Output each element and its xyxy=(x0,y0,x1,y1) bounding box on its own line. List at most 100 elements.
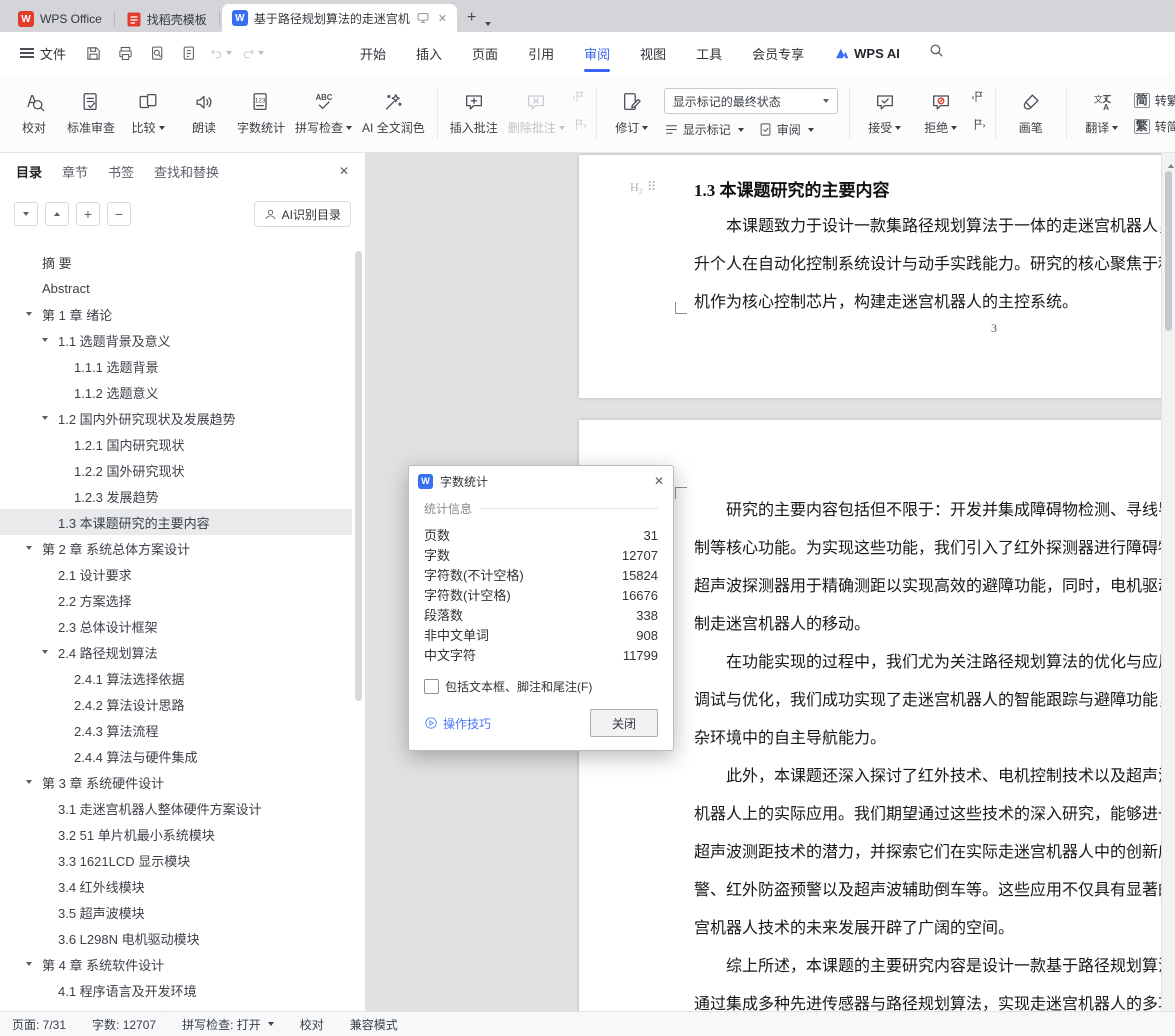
review-pane-button[interactable]: 审阅 xyxy=(758,121,814,138)
export-pdf-button[interactable] xyxy=(178,42,200,64)
toc-item[interactable]: 3.1 走迷宫机器人整体硬件方案设计 xyxy=(0,795,352,821)
new-tab-button[interactable] xyxy=(467,9,476,27)
ribbon-tab[interactable]: 视图 xyxy=(640,32,666,74)
toc-item[interactable]: 3.2 51 单片机最小系统模块 xyxy=(0,821,352,847)
toc-item[interactable]: 1.2.3 发展趋势 xyxy=(0,483,352,509)
close-sidebar-icon[interactable] xyxy=(339,164,349,178)
print-button[interactable] xyxy=(114,42,136,64)
ribbon-tab[interactable]: 审阅 xyxy=(584,32,610,74)
previous-comment-icon[interactable] xyxy=(572,89,587,109)
chevron-down-icon[interactable] xyxy=(26,962,32,966)
spell-check-button[interactable]: ABC 拼写检查 xyxy=(290,81,357,145)
collapse-all-button[interactable] xyxy=(45,202,69,226)
zoom-in-toc-button[interactable] xyxy=(76,202,100,226)
chevron-down-icon[interactable] xyxy=(42,650,48,654)
toc-item[interactable]: 1.2 国内外研究现状及发展趋势 xyxy=(0,405,352,431)
to-simplified-button[interactable]: 繁 转简 xyxy=(1133,118,1175,135)
translate-button[interactable]: 文A 翻译 xyxy=(1074,81,1130,145)
compat-mode-indicator[interactable]: 兼容模式 xyxy=(350,1016,398,1033)
show-markup-button[interactable]: 显示标记 xyxy=(664,121,744,138)
vertical-scrollbar[interactable] xyxy=(1161,153,1175,1012)
include-footnotes-option[interactable]: 包括文本框、脚注和尾注(F) xyxy=(424,678,658,695)
save-button[interactable] xyxy=(82,42,104,64)
toc-item[interactable]: 3.3 1621LCD 显示模块 xyxy=(0,847,352,873)
toc-item[interactable]: 2.1 设计要求 xyxy=(0,561,352,587)
toc-item[interactable]: 1.3 本课题研究的主要内容 xyxy=(0,509,352,535)
tips-link[interactable]: 操作技巧 xyxy=(424,715,491,732)
ribbon-tab[interactable]: 插入 xyxy=(416,32,442,74)
chevron-down-icon[interactable] xyxy=(26,312,32,316)
toc-item[interactable]: 2.4.4 算法与硬件集成 xyxy=(0,743,352,769)
ribbon-tab[interactable]: 会员专享 xyxy=(752,32,804,74)
accept-revision-button[interactable]: 接受 xyxy=(857,81,913,145)
highlighter-button[interactable]: 画笔 xyxy=(1003,81,1059,145)
next-comment-icon[interactable] xyxy=(572,117,587,137)
redo-button[interactable] xyxy=(242,42,265,64)
close-tab-icon[interactable] xyxy=(438,12,447,25)
tab-wps-home[interactable]: WPS Office xyxy=(8,6,112,32)
toc-item[interactable]: 第 4 章 系统软件设计 xyxy=(0,951,352,977)
wps-ai-tab[interactable]: WPS AI xyxy=(834,46,900,61)
close-dialog-icon[interactable] xyxy=(654,474,664,488)
ribbon-tab[interactable]: 引用 xyxy=(528,32,554,74)
toc-item[interactable]: 2.4 路径规划算法 xyxy=(0,639,352,665)
previous-revision-icon[interactable] xyxy=(971,89,986,109)
toc-item[interactable]: 2.4.3 算法流程 xyxy=(0,717,352,743)
sidebar-scrollbar[interactable] xyxy=(355,251,362,701)
toc-item[interactable]: 1.2.2 国外研究现状 xyxy=(0,457,352,483)
close-button[interactable]: 关闭 xyxy=(590,709,658,737)
proofread-indicator[interactable]: 校对 xyxy=(300,1016,324,1033)
tab-template[interactable]: 找稻壳模板 xyxy=(117,6,217,32)
expand-all-button[interactable] xyxy=(14,202,38,226)
toc-item[interactable]: 第 2 章 系统总体方案设计 xyxy=(0,535,352,561)
spell-check-indicator[interactable]: 拼写检查: 打开 xyxy=(182,1016,274,1033)
toc-item[interactable]: 第 3 章 系统硬件设计 xyxy=(0,769,352,795)
toc-item[interactable]: 2.3 总体设计框架 xyxy=(0,613,352,639)
ai-polish-button[interactable]: AI 全文润色 xyxy=(357,81,430,145)
page-indicator[interactable]: 页面: 7/31 xyxy=(12,1016,66,1033)
markup-state-select[interactable]: 显示标记的最终状态 xyxy=(663,88,838,114)
search-icon[interactable] xyxy=(928,42,945,64)
toc-item[interactable]: 2.4.1 算法选择依据 xyxy=(0,665,352,691)
toc-item[interactable]: 4.1 程序语言及开发环境 xyxy=(0,977,352,1003)
toc-item[interactable]: 3.5 超声波模块 xyxy=(0,899,352,925)
scrollbar-thumb[interactable] xyxy=(1164,171,1172,331)
toc-item[interactable]: 3.4 红外线模块 xyxy=(0,873,352,899)
ai-detect-toc-button[interactable]: AI识别目录 xyxy=(253,201,351,227)
ribbon-tab[interactable]: 开始 xyxy=(360,32,386,74)
sidebar-tab[interactable]: 查找和替换 xyxy=(154,162,219,181)
reject-revision-button[interactable]: 拒绝 xyxy=(913,81,969,145)
standard-review-button[interactable]: 标准审查 xyxy=(62,81,120,145)
insert-comment-button[interactable]: 插入批注 xyxy=(445,81,503,145)
toc-item[interactable]: 第 1 章 绪论 xyxy=(0,301,352,327)
toc-item[interactable]: 2.2 方案选择 xyxy=(0,587,352,613)
sidebar-tab[interactable]: 章节 xyxy=(62,162,88,181)
toc-item[interactable]: 摘 要 xyxy=(0,249,352,275)
word-count-indicator[interactable]: 字数: 12707 xyxy=(92,1016,156,1033)
to-traditional-button[interactable]: 简 转繁 xyxy=(1133,92,1175,109)
tab-list-chevron-icon[interactable] xyxy=(485,22,492,26)
sidebar-tab[interactable]: 书签 xyxy=(108,162,134,181)
toc-item[interactable]: 1.1 选题背景及意义 xyxy=(0,327,352,353)
chevron-down-icon[interactable] xyxy=(42,338,48,342)
delete-comment-button[interactable]: 删除批注 xyxy=(503,81,570,145)
drag-handle-icon[interactable] xyxy=(647,179,655,195)
toc-item[interactable]: 2.4.2 算法设计思路 xyxy=(0,691,352,717)
compare-button[interactable]: 比较 xyxy=(120,81,176,145)
toc-item[interactable]: 1.2.1 国内研究现状 xyxy=(0,431,352,457)
zoom-out-toc-button[interactable] xyxy=(107,202,131,226)
proofread-button[interactable]: 校对 xyxy=(6,81,62,145)
toc-item[interactable]: Abstract xyxy=(0,275,352,301)
chevron-down-icon[interactable] xyxy=(42,416,48,420)
checkbox-unchecked-icon[interactable] xyxy=(424,679,439,694)
track-changes-button[interactable]: 修订 xyxy=(604,81,660,145)
tab-document[interactable]: 基于路径规划算法的走迷宫机 xyxy=(221,4,458,32)
ribbon-tab[interactable]: 工具 xyxy=(696,32,722,74)
document-page-3[interactable]: H₂ 1.3 本课题研究的主要内容 本课题致力于设计一款集路径规划算法于一体的走… xyxy=(579,155,1175,398)
ribbon-tab[interactable]: 页面 xyxy=(472,32,498,74)
sidebar-tab[interactable]: 目录 xyxy=(16,162,42,181)
dialog-title-bar[interactable]: 字数统计 xyxy=(409,466,673,496)
word-count-button[interactable]: 123 字数统计 xyxy=(232,81,290,145)
chevron-down-icon[interactable] xyxy=(26,780,32,784)
toc-item[interactable]: 3.6 L298N 电机驱动模块 xyxy=(0,925,352,951)
